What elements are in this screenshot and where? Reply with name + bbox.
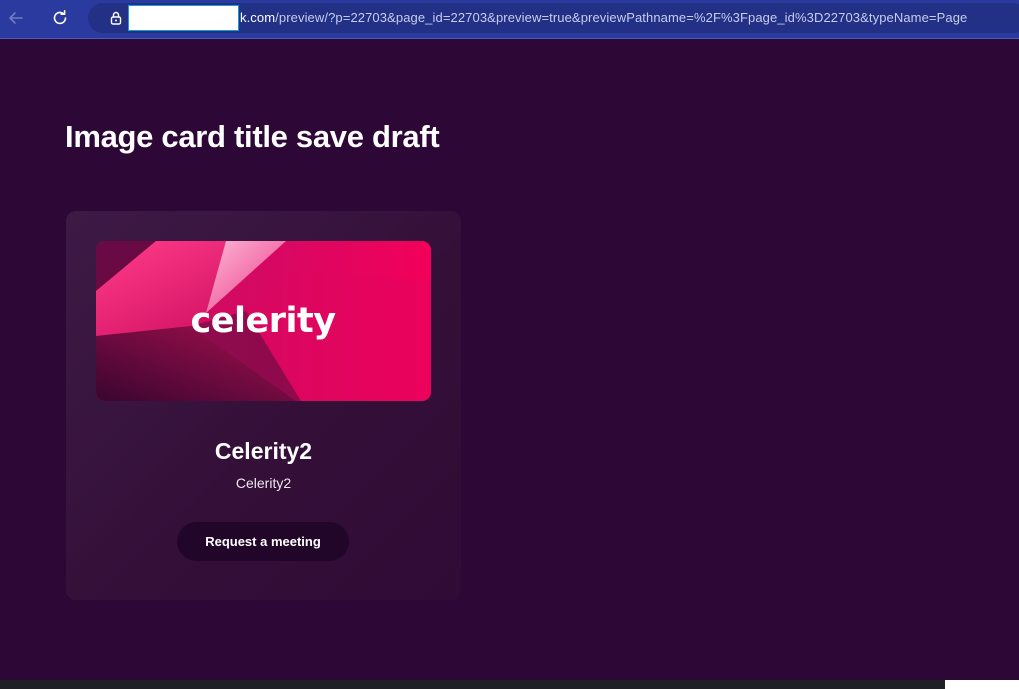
taskbar-strip-right [945,680,1019,689]
lock-icon[interactable] [108,10,124,26]
back-arrow-icon [9,12,23,24]
card-image: celerity [96,241,431,401]
browser-toolbar: k.com/preview/?p=22703&page_id=22703&pre… [0,0,1019,39]
url-text[interactable]: k.com/preview/?p=22703&page_id=22703&pre… [240,10,967,25]
page-title: Image card title save draft [65,119,440,154]
page-content: Image card title save draft celerity Cel… [0,39,1019,680]
image-card: celerity Celerity2 Celerity2 Request a m… [66,211,461,600]
request-meeting-button[interactable]: Request a meeting [177,522,349,561]
address-bar[interactable]: k.com/preview/?p=22703&page_id=22703&pre… [88,3,1019,33]
url-path: /preview/?p=22703&page_id=22703&preview=… [275,10,968,25]
reload-button[interactable] [48,6,72,30]
taskbar-strip [0,680,945,689]
celerity-logo-image: celerity [96,241,431,401]
card-title: Celerity2 [214,438,313,464]
redacted-domain [128,5,239,31]
card-subtitle: Celerity2 [235,475,292,491]
url-host: k.com [240,10,276,25]
back-button[interactable] [4,6,28,30]
reload-icon [53,10,67,25]
card-image-logo-text: celerity [190,301,336,341]
